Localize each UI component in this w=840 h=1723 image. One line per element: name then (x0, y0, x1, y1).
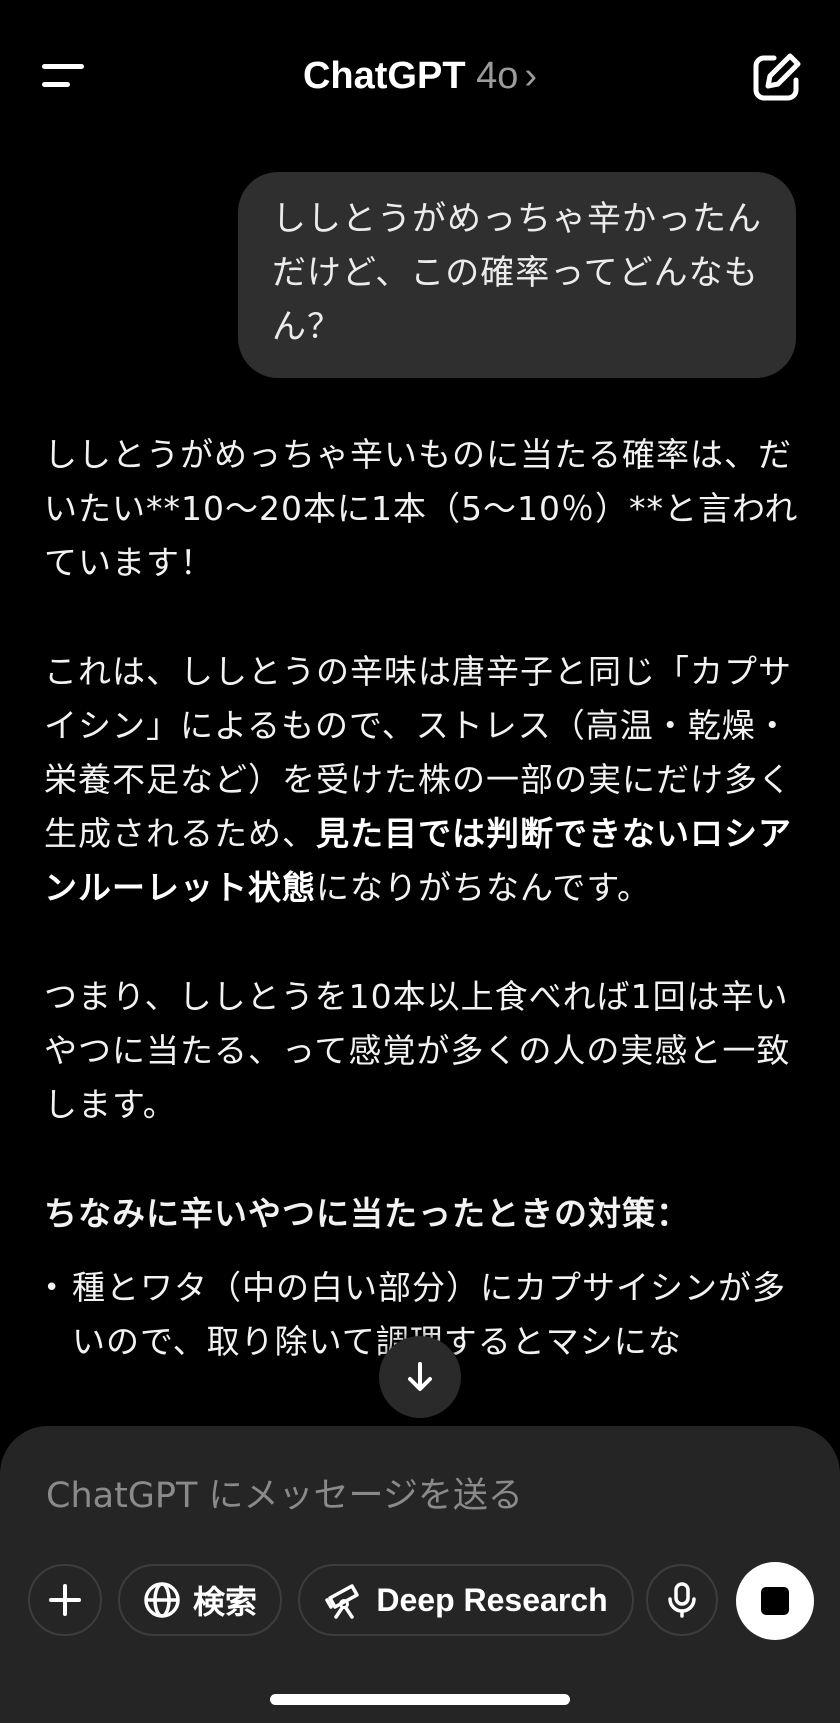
arrow-down-icon (408, 1362, 432, 1391)
model-name: 4o (476, 55, 519, 97)
attach-button[interactable] (28, 1564, 102, 1636)
app-title: ChatGPT (302, 55, 466, 97)
plus-icon (49, 1584, 81, 1616)
message-input[interactable]: ChatGPT にメッセージを送る (46, 1466, 786, 1526)
user-message-bubble: ししとうがめっちゃ辛かったんだけど、この確率ってどんなもん？ (238, 172, 796, 378)
new-chat-button[interactable] (750, 50, 804, 104)
deep-research-button[interactable]: Deep Research (298, 1564, 634, 1636)
scroll-to-bottom-button[interactable] (379, 1336, 461, 1418)
microphone-icon (668, 1582, 696, 1618)
assistant-heading: ちなみに辛いやつに当たったときの対策： (44, 1194, 690, 1233)
assistant-paragraph-2-text-b: になりがちなんです。 (316, 868, 652, 907)
assistant-message: ししとうがめっちゃ辛いものに当たる確率は、だいたい**10〜20本に1本（5〜1… (44, 428, 804, 1369)
assistant-paragraph-1: ししとうがめっちゃ辛いものに当たる確率は、だいたい**10〜20本に1本（5〜1… (44, 435, 799, 582)
model-selector[interactable]: ChatGPT 4o › (0, 48, 840, 104)
search-button[interactable]: 検索 (118, 1564, 282, 1636)
chevron-right-icon: › (524, 55, 538, 97)
stop-icon (761, 1587, 789, 1615)
stop-generating-button[interactable] (736, 1562, 814, 1640)
search-label: 検索 (192, 1584, 257, 1620)
top-bar: ChatGPT 4o › (0, 0, 840, 150)
globe-icon (144, 1582, 180, 1618)
voice-input-button[interactable] (646, 1564, 718, 1636)
assistant-paragraph-3: つまり、ししとうを10本以上食べれば1回は辛いやつに当たる、って感覚が多くの人の… (44, 977, 791, 1124)
new-chat-icon (753, 53, 801, 101)
user-message-text: ししとうがめっちゃ辛かったんだけど、この確率ってどんなもん？ (272, 199, 762, 347)
deep-research-label: Deep Research (376, 1581, 608, 1618)
telescope-icon (325, 1584, 360, 1619)
assistant-paragraph-2: これは、ししとうの辛味は唐辛子と同じ「カプサイシン」によるもので、ストレス（高温… (44, 645, 804, 915)
message-composer: ChatGPT にメッセージを送る 検索 Deep Research (0, 1426, 840, 1723)
home-indicator (270, 1694, 570, 1705)
